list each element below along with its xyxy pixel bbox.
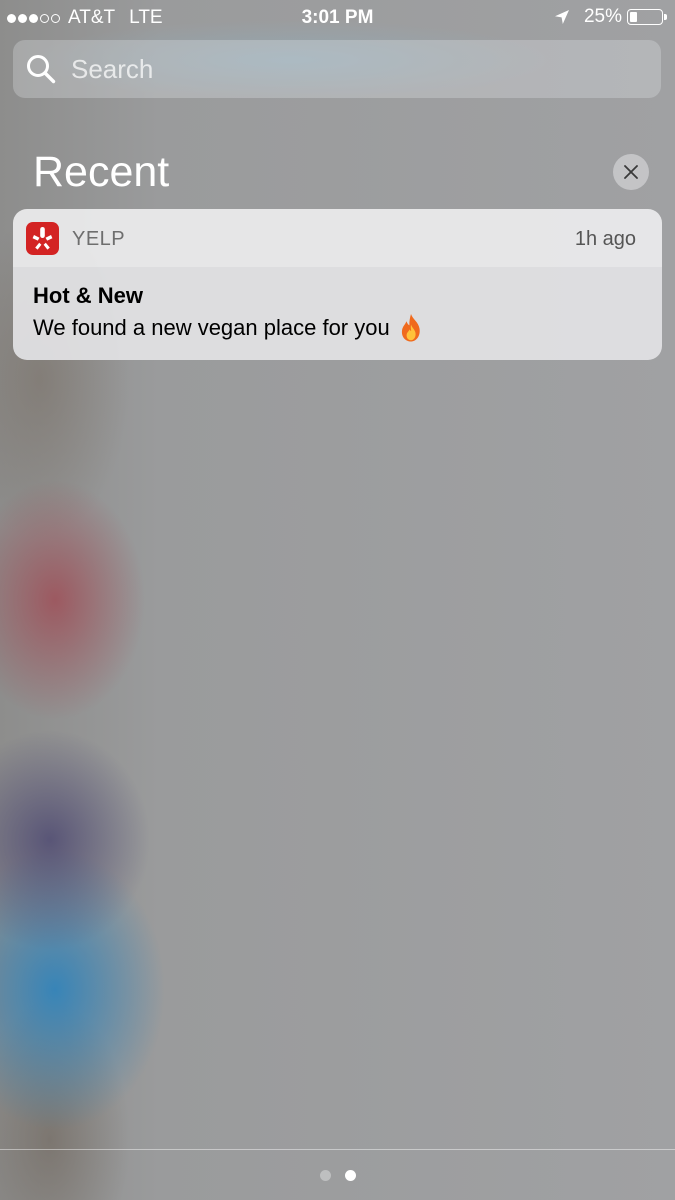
recent-section-title: Recent [33, 148, 170, 196]
battery-cap [664, 14, 667, 20]
notification-header: YELP 1h ago [13, 209, 662, 267]
location-arrow-icon [554, 10, 569, 24]
search-icon [27, 55, 56, 84]
search-bar[interactable]: Search [13, 40, 661, 98]
notification-body: Hot & New We found a new vegan place for… [13, 267, 662, 360]
close-icon [624, 165, 638, 179]
status-bar: AT&T LTE 3:01 PM 25% [0, 0, 675, 34]
page-dot[interactable] [319, 1170, 331, 1181]
search-placeholder: Search [71, 53, 154, 84]
notification-message-row: We found a new vegan place for you [33, 313, 424, 343]
notification-message: We found a new vegan place for you [33, 315, 390, 340]
bottom-divider [0, 1149, 675, 1150]
battery-level-fill [630, 12, 637, 22]
clear-notifications-button[interactable] [613, 154, 649, 190]
notification-app-name: YELP [72, 228, 126, 250]
battery-percent: 25% [583, 6, 622, 27]
status-right: 25% [554, 6, 667, 28]
fire-emoji-icon [401, 314, 420, 342]
page-dot[interactable] [344, 1170, 356, 1181]
page-indicator[interactable] [0, 1170, 675, 1181]
yelp-logo-icon [26, 222, 59, 255]
notification-time: 1h ago [574, 228, 636, 250]
notification-card[interactable]: YELP 1h ago Hot & New We found a new veg… [13, 209, 662, 360]
notification-title: Hot & New [33, 283, 143, 308]
battery-icon [627, 9, 667, 25]
